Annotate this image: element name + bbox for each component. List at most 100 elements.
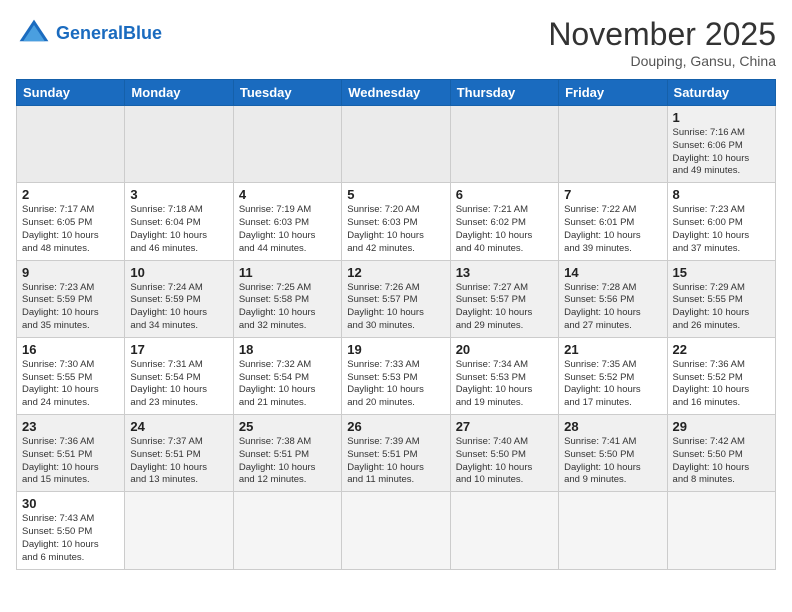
month-title: November 2025 (548, 16, 776, 53)
day-info: Sunrise: 7:33 AMSunset: 5:53 PMDaylight:… (347, 359, 444, 410)
logo-blue: Blue (123, 23, 162, 43)
day-number: 18 (239, 342, 336, 357)
day-number: 14 (564, 265, 661, 280)
day-info: Sunrise: 7:39 AMSunset: 5:51 PMDaylight:… (347, 436, 444, 487)
day-info: Sunrise: 7:19 AMSunset: 6:03 PMDaylight:… (239, 204, 336, 255)
calendar-cell: 9Sunrise: 7:23 AMSunset: 5:59 PMDaylight… (17, 260, 125, 337)
calendar-cell: 23Sunrise: 7:36 AMSunset: 5:51 PMDayligh… (17, 415, 125, 492)
calendar-cell: 21 Sunrise: 7:35 AMSunset: 5:52 PMDayligh… (559, 337, 667, 414)
day-number: 6 (456, 187, 553, 202)
day-number: 25 (239, 419, 336, 434)
title-block: November 2025 Douping, Gansu, China (548, 16, 776, 69)
day-info: Sunrise: 7:38 AMSunset: 5:51 PMDaylight:… (239, 436, 336, 487)
day-number: 1 (673, 110, 770, 125)
weekday-header: Tuesday (233, 80, 341, 106)
calendar-cell (125, 492, 233, 569)
calendar-cell (342, 492, 450, 569)
calendar-cell (559, 106, 667, 183)
logo-text: GeneralBlue (56, 24, 162, 44)
weekday-header: Wednesday (342, 80, 450, 106)
day-info: Sunrise: 7:23 AMSunset: 5:59 PMDaylight:… (22, 282, 119, 333)
weekday-header: Saturday (667, 80, 775, 106)
day-number: 4 (239, 187, 336, 202)
day-number: 5 (347, 187, 444, 202)
calendar-cell: 3 Sunrise: 7:18 AMSunset: 6:04 PMDaylight… (125, 183, 233, 260)
day-number: 27 (456, 419, 553, 434)
day-number: 12 (347, 265, 444, 280)
day-info: Sunrise: 7:36 AMSunset: 5:52 PMDaylight:… (673, 359, 770, 410)
calendar-cell: 16 Sunrise: 7:30 AMSunset: 5:55 PMDayligh… (17, 337, 125, 414)
day-info: Sunrise: 7:42 AMSunset: 5:50 PMDaylight:… (673, 436, 770, 487)
day-info: Sunrise: 7:43 AMSunset: 5:50 PMDaylight:… (22, 513, 119, 564)
day-info: Sunrise: 7:35 AMSunset: 5:52 PMDaylight:… (564, 359, 661, 410)
day-info: Sunrise: 7:31 AMSunset: 5:54 PMDaylight:… (130, 359, 227, 410)
day-info: Sunrise: 7:23 AMSunset: 6:00 PMDaylight:… (673, 204, 770, 255)
calendar-cell: 5 Sunrise: 7:20 AMSunset: 6:03 PMDaylight… (342, 183, 450, 260)
day-info: Sunrise: 7:41 AMSunset: 5:50 PMDaylight:… (564, 436, 661, 487)
calendar-cell (233, 492, 341, 569)
day-info: Sunrise: 7:25 AMSunset: 5:58 PMDaylight:… (239, 282, 336, 333)
calendar-cell: 27 Sunrise: 7:40 AMSunset: 5:50 PMDayligh… (450, 415, 558, 492)
day-info: Sunrise: 7:21 AMSunset: 6:02 PMDaylight:… (456, 204, 553, 255)
calendar-cell (667, 492, 775, 569)
day-number: 22 (673, 342, 770, 357)
calendar-cell (450, 492, 558, 569)
day-number: 23 (22, 419, 119, 434)
calendar-cell (125, 106, 233, 183)
day-number: 17 (130, 342, 227, 357)
page-header: GeneralBlue November 2025 Douping, Gansu… (16, 16, 776, 69)
day-number: 8 (673, 187, 770, 202)
calendar-cell: 18 Sunrise: 7:32 AMSunset: 5:54 PMDayligh… (233, 337, 341, 414)
day-info: Sunrise: 7:20 AMSunset: 6:03 PMDaylight:… (347, 204, 444, 255)
calendar-cell: 4 Sunrise: 7:19 AMSunset: 6:03 PMDaylight… (233, 183, 341, 260)
calendar-cell: 28Sunrise: 7:41 AMSunset: 5:50 PMDayligh… (559, 415, 667, 492)
calendar-cell: 13Sunrise: 7:27 AMSunset: 5:57 PMDayligh… (450, 260, 558, 337)
calendar-cell: 15Sunrise: 7:29 AMSunset: 5:55 PMDayligh… (667, 260, 775, 337)
day-info: Sunrise: 7:22 AMSunset: 6:01 PMDaylight:… (564, 204, 661, 255)
calendar-cell (17, 106, 125, 183)
calendar-cell: 20 Sunrise: 7:34 AMSunset: 5:53 PMDayligh… (450, 337, 558, 414)
calendar-cell: 25 Sunrise: 7:38 AMSunset: 5:51 PMDayligh… (233, 415, 341, 492)
day-number: 10 (130, 265, 227, 280)
weekday-header: Sunday (17, 80, 125, 106)
calendar-cell (342, 106, 450, 183)
day-info: Sunrise: 7:40 AMSunset: 5:50 PMDaylight:… (456, 436, 553, 487)
logo: GeneralBlue (16, 16, 162, 52)
day-number: 2 (22, 187, 119, 202)
day-info: Sunrise: 7:32 AMSunset: 5:54 PMDaylight:… (239, 359, 336, 410)
logo-general: General (56, 23, 123, 43)
calendar-cell: 17 Sunrise: 7:31 AMSunset: 5:54 PMDayligh… (125, 337, 233, 414)
weekday-header: Thursday (450, 80, 558, 106)
day-number: 3 (130, 187, 227, 202)
logo-icon (16, 16, 52, 52)
day-info: Sunrise: 7:37 AMSunset: 5:51 PMDaylight:… (130, 436, 227, 487)
day-info: Sunrise: 7:29 AMSunset: 5:55 PMDaylight:… (673, 282, 770, 333)
day-info: Sunrise: 7:18 AMSunset: 6:04 PMDaylight:… (130, 204, 227, 255)
day-number: 16 (22, 342, 119, 357)
calendar-cell: 7Sunrise: 7:22 AMSunset: 6:01 PMDaylight… (559, 183, 667, 260)
calendar-cell: 24 Sunrise: 7:37 AMSunset: 5:51 PMDayligh… (125, 415, 233, 492)
day-info: Sunrise: 7:30 AMSunset: 5:55 PMDaylight:… (22, 359, 119, 410)
calendar-cell: 19 Sunrise: 7:33 AMSunset: 5:53 PMDayligh… (342, 337, 450, 414)
location: Douping, Gansu, China (548, 53, 776, 69)
day-info: Sunrise: 7:27 AMSunset: 5:57 PMDaylight:… (456, 282, 553, 333)
day-number: 20 (456, 342, 553, 357)
calendar-cell: 11 Sunrise: 7:25 AMSunset: 5:58 PMDayligh… (233, 260, 341, 337)
calendar-cell: 10Sunrise: 7:24 AMSunset: 5:59 PMDayligh… (125, 260, 233, 337)
weekday-header: Friday (559, 80, 667, 106)
calendar: SundayMondayTuesdayWednesdayThursdayFrid… (16, 79, 776, 570)
calendar-cell: 14Sunrise: 7:28 AMSunset: 5:56 PMDayligh… (559, 260, 667, 337)
calendar-cell: 30 Sunrise: 7:43 AMSunset: 5:50 PMDayligh… (17, 492, 125, 569)
day-number: 21 (564, 342, 661, 357)
day-info: Sunrise: 7:17 AMSunset: 6:05 PMDaylight:… (22, 204, 119, 255)
day-number: 19 (347, 342, 444, 357)
day-number: 24 (130, 419, 227, 434)
day-info: Sunrise: 7:26 AMSunset: 5:57 PMDaylight:… (347, 282, 444, 333)
day-number: 29 (673, 419, 770, 434)
calendar-cell: 12 Sunrise: 7:26 AMSunset: 5:57 PMDayligh… (342, 260, 450, 337)
day-info: Sunrise: 7:34 AMSunset: 5:53 PMDaylight:… (456, 359, 553, 410)
calendar-cell: 2 Sunrise: 7:17 AMSunset: 6:05 PMDaylight… (17, 183, 125, 260)
day-number: 11 (239, 265, 336, 280)
day-number: 30 (22, 496, 119, 511)
day-number: 26 (347, 419, 444, 434)
